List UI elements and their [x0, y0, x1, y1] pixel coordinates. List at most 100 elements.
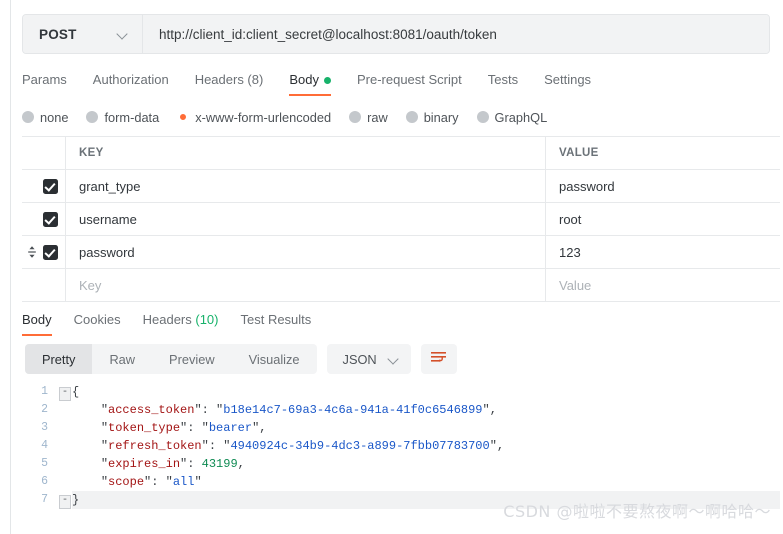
tab-pre-request-script[interactable]: Pre-request Script [357, 66, 462, 96]
row-key-text: password [79, 244, 135, 260]
row-checkbox-cell [22, 203, 66, 235]
http-method-select[interactable]: POST [23, 15, 143, 53]
row-value-cell[interactable]: password [546, 170, 780, 202]
line-number: 3 [41, 421, 48, 434]
view-mode-visualize[interactable]: Visualize [232, 344, 317, 374]
tab-headers-label: Headers (8) [194, 72, 264, 87]
body-type-radio-group: none form-data x-www-form-urlencoded raw… [22, 104, 770, 130]
request-url-bar: POST http://client_id:client_secret@loca… [22, 14, 770, 54]
table-row[interactable]: username root [22, 203, 780, 236]
row-enabled-checkbox[interactable] [43, 178, 58, 194]
body-type-none[interactable]: none [22, 110, 68, 125]
wrap-lines-icon [430, 350, 447, 368]
row-value-cell[interactable]: root [546, 203, 780, 235]
row-enabled-checkbox[interactable] [43, 244, 58, 260]
body-type-binary[interactable]: binary [405, 110, 459, 125]
tab-params[interactable]: Params [22, 66, 67, 96]
response-tab-test-results[interactable]: Test Results [240, 306, 311, 336]
header-key-cell: KEY [66, 137, 546, 169]
code-line-text: "refresh_token": "4940924c-34b9-4dc3-a89… [100, 439, 505, 453]
view-mode-pretty[interactable]: Pretty [25, 344, 93, 374]
response-tab-body-label: Body [22, 312, 52, 327]
response-view-mode-group: Pretty Raw Preview Visualize [25, 344, 317, 374]
code-line: 5 "expires_in": 43199, [24, 455, 780, 473]
row-key-cell[interactable]: grant_type [66, 170, 546, 202]
chevron-down-icon [389, 354, 399, 364]
http-method-label: POST [39, 26, 77, 42]
response-tab-cookies[interactable]: Cookies [74, 306, 121, 336]
table-empty-row[interactable]: Key Value [22, 269, 780, 302]
line-number: 4 [41, 439, 48, 452]
row-value-cell[interactable]: 123 [546, 236, 780, 268]
line-number: 5 [41, 457, 48, 470]
row-key-cell[interactable]: username [66, 203, 546, 235]
table-row[interactable]: grant_type password [22, 170, 780, 203]
code-line: 2 "access_token": "b18e14c7-69a3-4c6a-94… [24, 401, 780, 419]
new-value-placeholder: Value [559, 277, 592, 293]
request-url-input[interactable]: http://client_id:client_secret@localhost… [143, 15, 769, 53]
header-checkbox-cell [22, 137, 66, 169]
body-type-x-www-form-urlencoded[interactable]: x-www-form-urlencoded [177, 110, 331, 125]
tab-body-label: Body [289, 72, 319, 87]
body-type-graphql-label: GraphQL [494, 109, 548, 125]
json-value: 4940924c-34b9-4dc3-a899-7fbb07783700 [230, 439, 490, 453]
line-number: 1 [41, 385, 48, 398]
tab-params-label: Params [22, 72, 67, 87]
response-tab-bar: Body Cookies Headers (10) Test Results [22, 306, 770, 336]
row-key-text: grant_type [79, 178, 141, 194]
tab-body[interactable]: Body [289, 66, 331, 96]
tab-tests[interactable]: Tests [488, 66, 518, 96]
json-value: bearer [208, 421, 253, 435]
response-tab-body[interactable]: Body [22, 306, 52, 336]
view-mode-raw-label: Raw [109, 351, 136, 367]
response-body-code[interactable]: 1 - { 2 "access_token": "b18e14c7-69a3-4… [24, 383, 780, 511]
line-number: 7 [41, 493, 48, 506]
line-number: 2 [41, 403, 48, 416]
body-type-form-data-label: form-data [104, 109, 160, 125]
body-type-graphql[interactable]: GraphQL [476, 109, 548, 125]
tab-headers[interactable]: Headers (8) [195, 66, 264, 96]
json-key: token_type [108, 421, 181, 435]
window-left-rail [0, 0, 11, 534]
tab-settings[interactable]: Settings [544, 66, 591, 96]
row-enabled-checkbox[interactable] [43, 211, 58, 227]
view-mode-visualize-label: Visualize [248, 351, 300, 367]
new-value-input[interactable]: Value [546, 269, 780, 301]
code-line-text: "scope": "all" [100, 475, 202, 489]
table-row[interactable]: password 123 [22, 236, 780, 269]
code-open-brace: { [72, 385, 80, 399]
fold-minus-icon: - [59, 387, 71, 401]
postman-window: POST http://client_id:client_secret@loca… [0, 0, 783, 534]
code-line: 3 "token_type": "bearer", [24, 419, 780, 437]
row-checkbox-cell [22, 269, 66, 301]
body-type-raw[interactable]: raw [349, 110, 388, 125]
json-key: expires_in [108, 457, 181, 471]
response-language-label: JSON [342, 351, 377, 367]
tab-authorization[interactable]: Authorization [93, 66, 169, 96]
row-value-text: root [559, 211, 582, 227]
wrap-lines-button[interactable] [420, 344, 457, 374]
chevron-down-icon [118, 29, 128, 39]
code-fold-toggle[interactable]: - [58, 491, 72, 509]
row-checkbox-cell [22, 170, 66, 202]
code-line: 6 "scope": "all" [24, 473, 780, 491]
row-key-text: username [79, 211, 137, 227]
radio-icon [22, 111, 34, 123]
response-headers-count: (10) [195, 312, 219, 327]
radio-icon [349, 111, 362, 123]
main-content: POST http://client_id:client_secret@loca… [12, 0, 783, 534]
fold-minus-icon: - [59, 495, 71, 509]
json-key: refresh_token [108, 439, 202, 453]
body-type-form-data[interactable]: form-data [86, 110, 159, 125]
response-language-select[interactable]: JSON [326, 344, 411, 374]
view-mode-raw[interactable]: Raw [92, 344, 152, 374]
code-line: 1 - { [24, 383, 780, 401]
drag-handle-icon[interactable] [26, 245, 38, 259]
new-key-input[interactable]: Key [66, 269, 546, 301]
tab-pre-request-script-label: Pre-request Script [356, 72, 462, 87]
response-tab-headers[interactable]: Headers (10) [143, 306, 219, 336]
code-fold-toggle[interactable]: - [58, 383, 72, 401]
row-key-cell[interactable]: password [66, 236, 546, 268]
table-header-row: KEY VALUE [22, 137, 780, 170]
view-mode-preview[interactable]: Preview [152, 344, 232, 374]
